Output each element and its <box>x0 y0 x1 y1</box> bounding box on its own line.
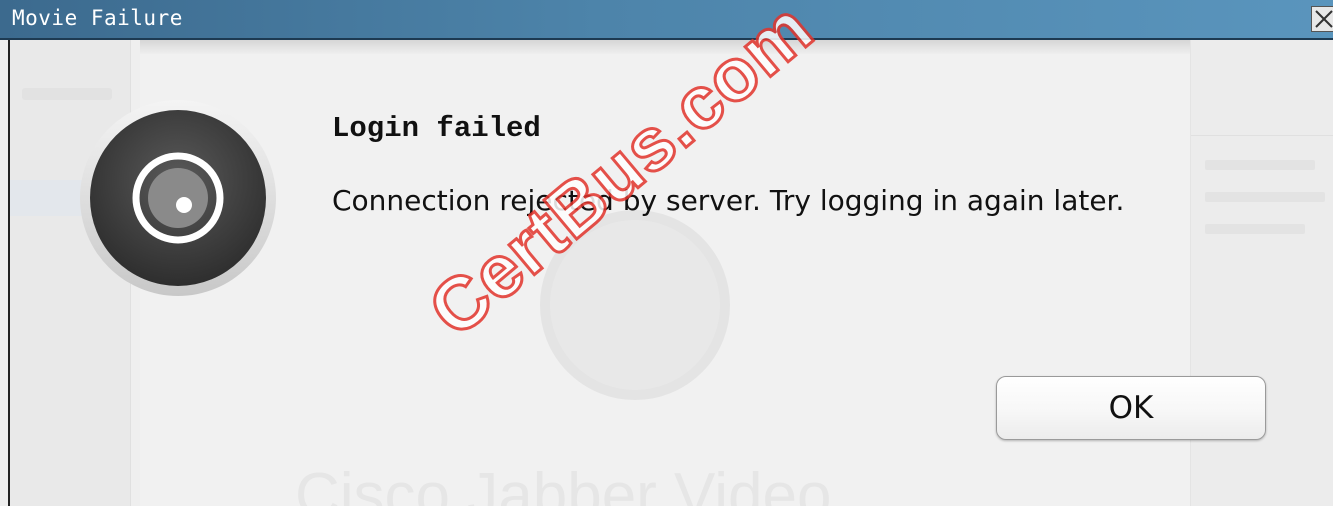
background-brand-text: Cisco Jabber Video <box>295 461 832 506</box>
ok-button[interactable]: OK <box>996 376 1266 440</box>
window-title: Movie Failure <box>12 6 183 30</box>
title-bar[interactable]: Movie Failure <box>0 0 1333 40</box>
dialog-window: Movie Failure Cisco Jabber Video Login f… <box>0 0 1333 506</box>
dialog-title: Login failed <box>332 112 541 145</box>
camera-lens-icon <box>78 98 278 298</box>
dialog-content: Cisco Jabber Video Login failed Connecti… <box>8 0 1333 506</box>
close-icon <box>1315 10 1333 28</box>
close-button[interactable] <box>1311 6 1333 32</box>
dialog-message: Connection rejected by server. Try loggi… <box>332 184 1125 217</box>
